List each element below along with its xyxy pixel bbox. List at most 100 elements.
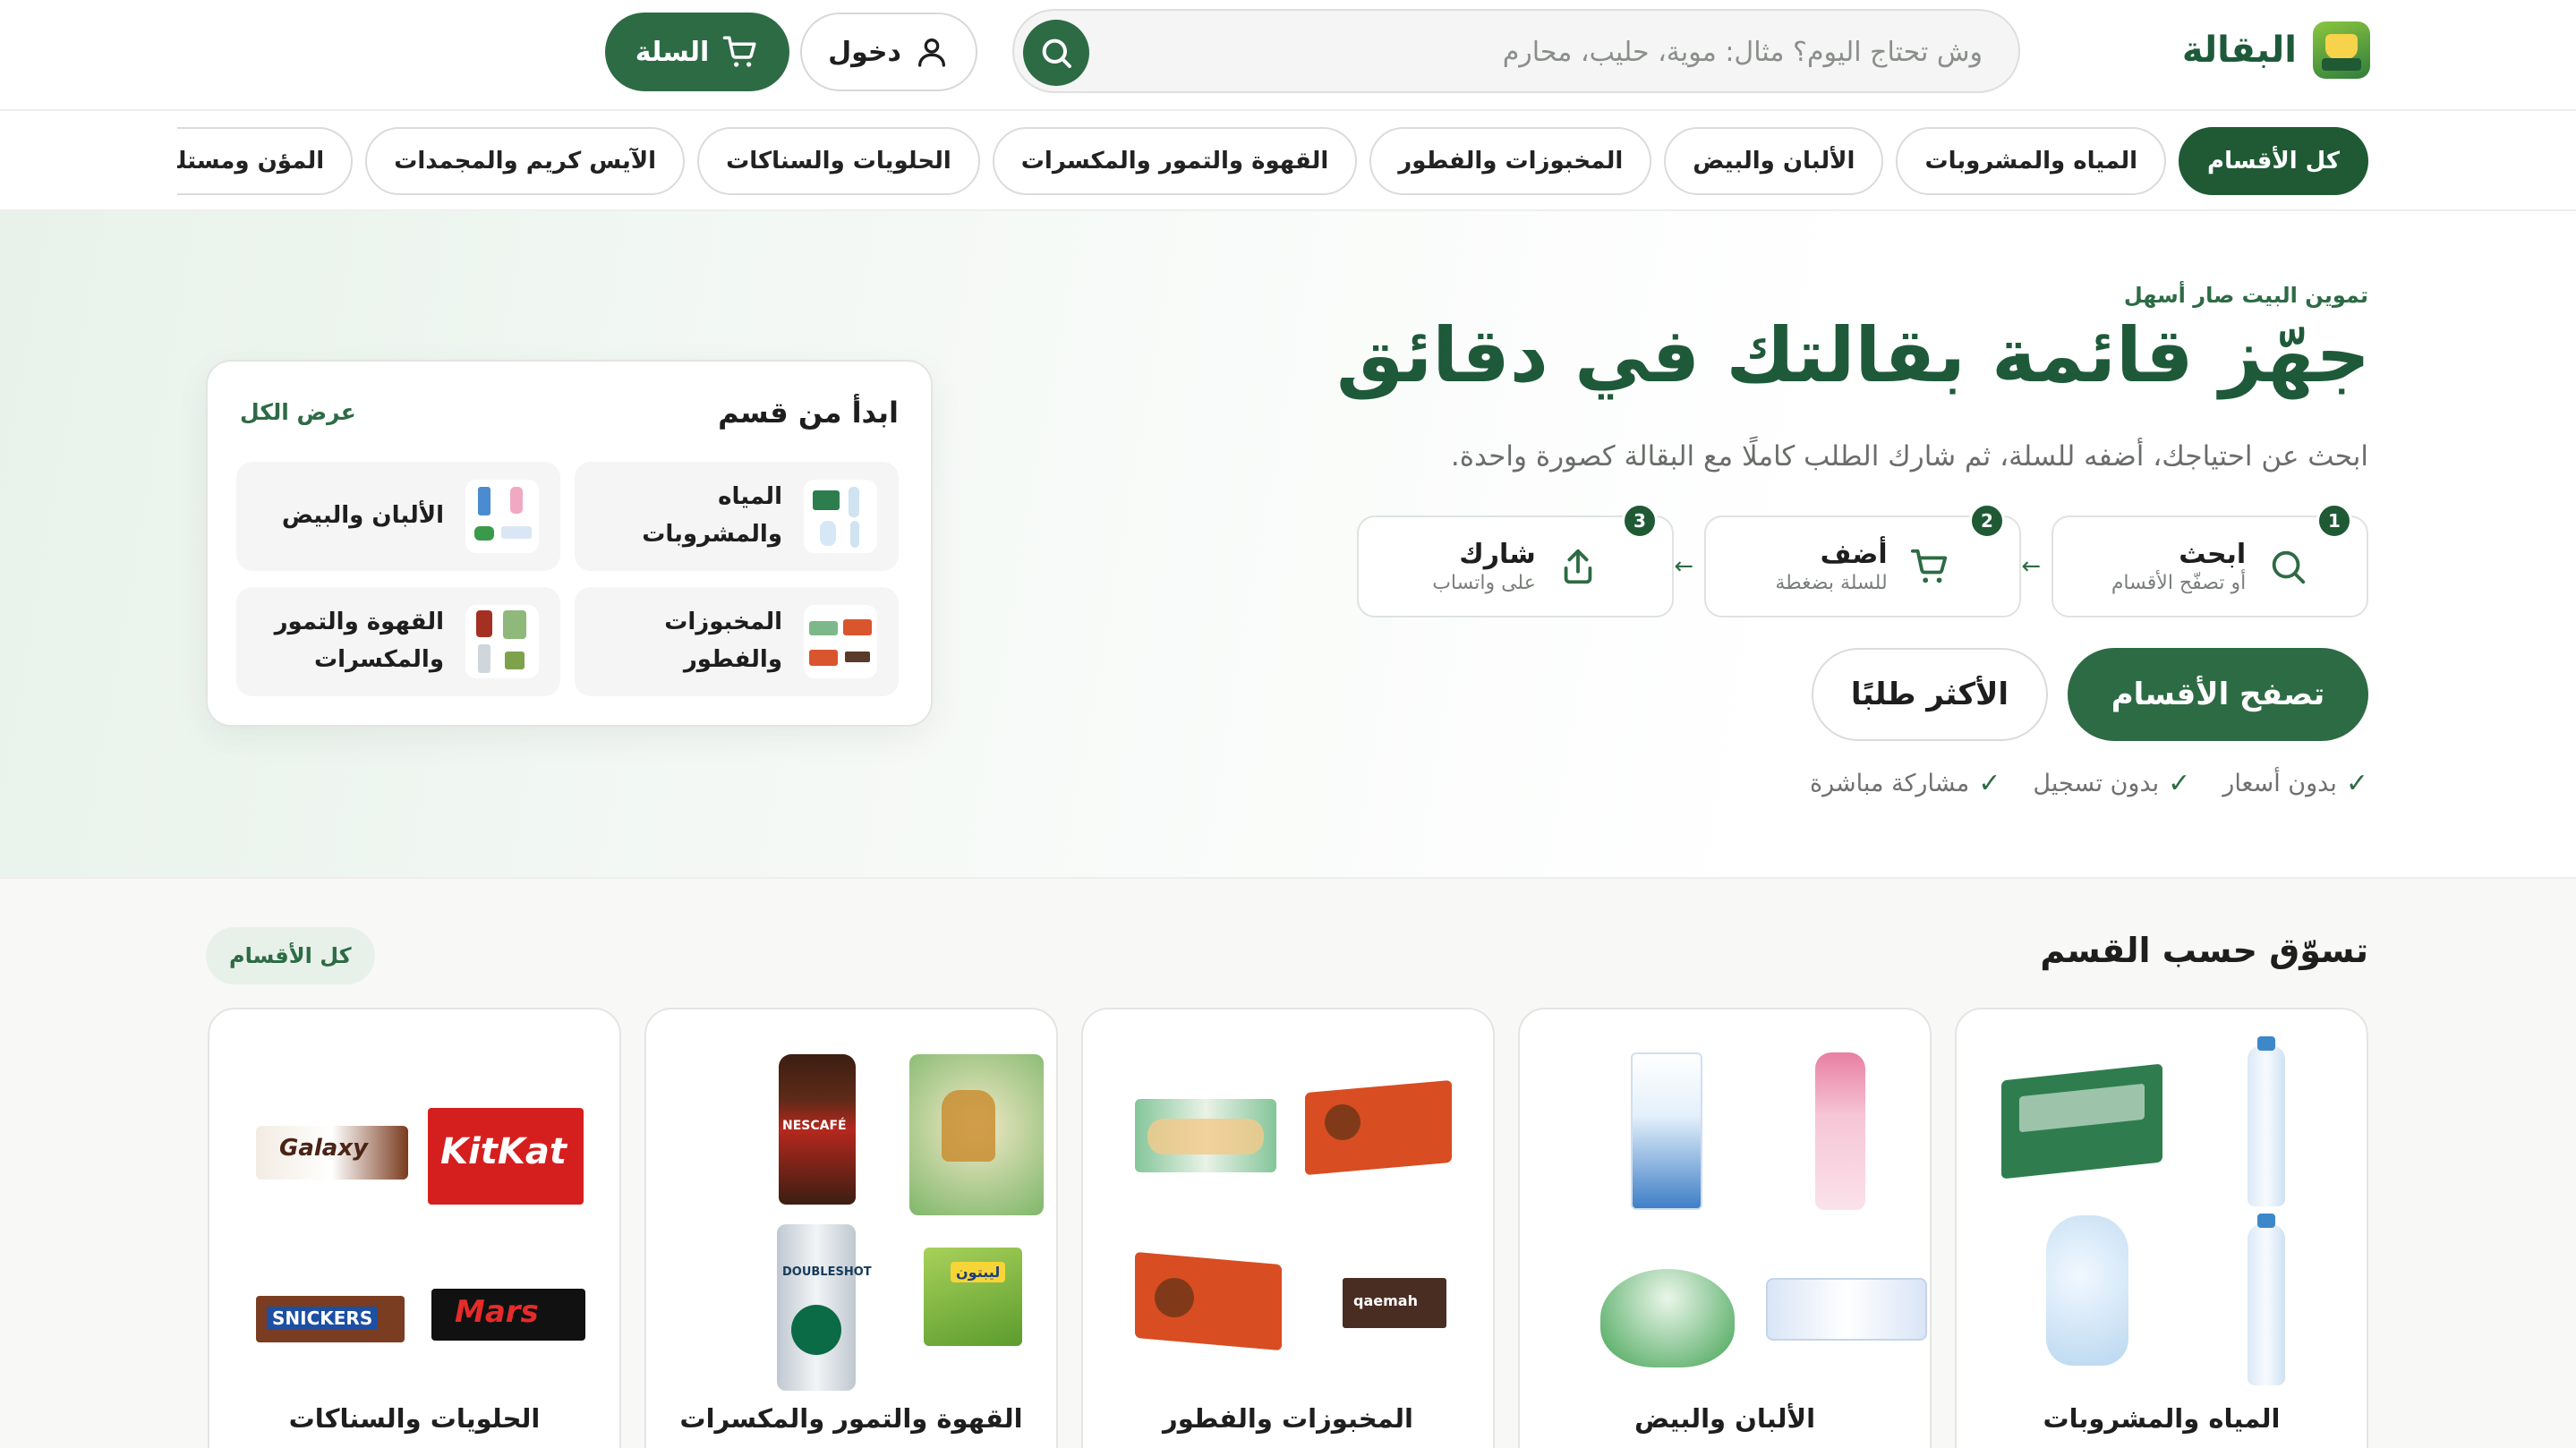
kitkat-brand-text: KitKat bbox=[440, 1131, 567, 1172]
cart-icon bbox=[1910, 549, 1947, 583]
mini-label: الألبان والبيض bbox=[281, 502, 444, 530]
category-card-dairy[interactable]: الألبان والبيض bbox=[1518, 1008, 1932, 1448]
dairy-products-image bbox=[1547, 1036, 1927, 1394]
category-chip-dairy[interactable]: الألبان والبيض bbox=[1664, 127, 1884, 195]
feature-check: ✓ بدون تسجيل bbox=[2033, 768, 2190, 799]
category-card-water[interactable]: المياه والمشروبات bbox=[1955, 1008, 2368, 1448]
share-icon bbox=[1564, 549, 1592, 584]
cart-label: السلة bbox=[635, 36, 710, 68]
hero-subtitle: ابحث عن احتياجك، أضفه للسلة، ثم شارك الط… bbox=[1450, 440, 2368, 473]
mini-category-dairy[interactable]: الألبان والبيض bbox=[236, 462, 560, 571]
category-chip-water[interactable]: المياه والمشروبات bbox=[1896, 127, 2167, 195]
category-card-label: المخبوزات والفطور bbox=[1163, 1403, 1413, 1434]
mini-category-water[interactable]: المياه والمشروبات bbox=[575, 462, 899, 571]
step-title: شارك bbox=[1459, 539, 1536, 570]
category-card-label: الحلويات والسناكات bbox=[288, 1403, 541, 1434]
doubleshot-brand-text: DOUBLESHOT bbox=[782, 1265, 872, 1279]
search-button[interactable] bbox=[1023, 20, 1089, 86]
feature-check: ✓ مشاركة مباشرة bbox=[1810, 768, 2000, 799]
section-title: تسوّق حسب القسم bbox=[2040, 931, 2368, 970]
most-requested-button[interactable]: الأكثر طلبًا bbox=[1812, 648, 2048, 741]
hero-section: تموين البيت صار أسهل جهّز قائمة بقالتك ف… bbox=[0, 211, 2576, 879]
bakery-products-image: qaemah bbox=[1110, 1036, 1470, 1394]
dairy-thumbnail bbox=[465, 480, 539, 553]
step-share: 3 شارك على واتساب bbox=[1357, 503, 1674, 618]
feature-label: بدون أسعار bbox=[2222, 770, 2337, 797]
mini-label: والفطور bbox=[683, 646, 782, 673]
coffee-products-image: NESCAFÉ DOUBLESHOT ليبتون bbox=[673, 1036, 1044, 1394]
category-chip-all[interactable]: كل الأقسام bbox=[2179, 127, 2368, 195]
all-categories-link[interactable]: كل الأقسام bbox=[206, 927, 375, 984]
qaemah-brand-text: qaemah bbox=[1353, 1292, 1418, 1309]
search-input[interactable] bbox=[1195, 25, 1983, 79]
feature-checks: ✓ بدون أسعار ✓ بدون تسجيل ✓ مشاركة مباشرة bbox=[1810, 768, 2368, 799]
category-chip-bakery[interactable]: المخبوزات والفطور bbox=[1369, 127, 1652, 195]
cart-button[interactable]: السلة bbox=[605, 13, 789, 91]
step-subtitle: أو تصفّح الأقسام bbox=[2111, 572, 2247, 594]
hero-title: جهّز قائمة بقالتك في دقائق bbox=[1335, 311, 2370, 399]
mini-label: القهوة والتمور bbox=[274, 609, 444, 636]
nescafe-brand-text: NESCAFÉ bbox=[782, 1119, 847, 1133]
category-chip-pantry[interactable]: المؤن ومستلزمات الد bbox=[177, 127, 354, 195]
feature-check: ✓ بدون أسعار bbox=[2222, 768, 2368, 799]
category-card-sweets[interactable]: Galaxy KitKat SNICKERS Mars الحلويات وال… bbox=[208, 1008, 621, 1448]
sweets-products-image: Galaxy KitKat SNICKERS Mars bbox=[236, 1036, 596, 1394]
top-header: البقالة دخول السلة bbox=[0, 0, 2576, 111]
category-scroll[interactable]: كل الأقسام المياه والمشروبات الألبان وال… bbox=[177, 127, 2368, 195]
category-chip-icecream[interactable]: الآيس كريم والمجمدات bbox=[365, 127, 686, 195]
step-number: 2 bbox=[1969, 503, 2005, 539]
category-card-label: الألبان والبيض bbox=[1633, 1403, 1816, 1434]
check-icon: ✓ bbox=[1978, 768, 2001, 799]
mini-label: والمشروبات bbox=[642, 521, 782, 548]
feature-label: مشاركة مباشرة bbox=[1810, 770, 1970, 797]
step-number: 1 bbox=[2316, 503, 2352, 539]
hero-eyebrow: تموين البيت صار أسهل bbox=[2123, 283, 2368, 308]
step-subtitle: للسلة بضغطة bbox=[1775, 572, 1888, 594]
coffee-thumbnail bbox=[465, 605, 539, 678]
water-products-image bbox=[1983, 1036, 2343, 1394]
bakery-thumbnail bbox=[804, 605, 877, 678]
logo-icon bbox=[2313, 21, 2370, 79]
galaxy-brand-text: Galaxy bbox=[279, 1135, 369, 1162]
brand-logo[interactable]: البقالة bbox=[2182, 18, 2370, 82]
step-title: أضف bbox=[1820, 539, 1888, 570]
snickers-brand-text: SNICKERS bbox=[267, 1307, 379, 1330]
check-icon: ✓ bbox=[2345, 768, 2368, 799]
mini-category-bakery[interactable]: المخبوزات والفطور bbox=[575, 587, 899, 696]
feature-label: بدون تسجيل bbox=[2033, 770, 2160, 797]
category-card-bakery[interactable]: qaemah المخبوزات والفطور bbox=[1081, 1008, 1495, 1448]
how-it-works-steps: 1 ابحث أو تصفّح الأقسام ← 2 أضف للسلة بض… bbox=[1357, 503, 2368, 618]
step-title: ابحث bbox=[2179, 539, 2247, 570]
category-chip-coffee[interactable]: القهوة والتمور والمكسرات bbox=[992, 127, 1358, 195]
login-label: دخول bbox=[828, 36, 901, 68]
step-add: 2 أضف للسلة بضغطة bbox=[1704, 503, 2021, 618]
start-from-category-card: ابدأ من قسم عرض الكل المياه والمشروبات ال… bbox=[206, 360, 933, 727]
step-arrow-icon: ← bbox=[1674, 553, 1693, 580]
mini-label: المخبوزات bbox=[664, 609, 782, 636]
step-subtitle: على واتساب bbox=[1432, 572, 1536, 594]
category-card-coffee[interactable]: NESCAFÉ DOUBLESHOT ليبتون القهوة والتمور… bbox=[644, 1008, 1058, 1448]
search-icon bbox=[1042, 38, 1071, 68]
water-thumbnail bbox=[804, 480, 877, 553]
browse-categories-button[interactable]: تصفح الأقسام bbox=[2068, 648, 2368, 741]
start-card-title: ابدأ من قسم bbox=[718, 396, 899, 430]
step-search: 1 ابحث أو تصفّح الأقسام bbox=[2051, 503, 2368, 618]
step-arrow-icon: ← bbox=[2021, 553, 2041, 580]
mars-brand-text: Mars bbox=[455, 1294, 539, 1330]
lipton-brand-text: ليبتون bbox=[951, 1262, 1006, 1282]
step-number: 3 bbox=[1622, 503, 1658, 539]
category-card-label: القهوة والتمور والمكسرات bbox=[679, 1403, 1023, 1434]
search-bar bbox=[1012, 9, 2020, 93]
mini-category-coffee[interactable]: القهوة والتمور والمكسرات bbox=[236, 587, 560, 696]
check-icon: ✓ bbox=[2168, 768, 2191, 799]
user-icon bbox=[917, 38, 945, 67]
category-nav: كل الأقسام المياه والمشروبات الألبان وال… bbox=[0, 111, 2576, 211]
search-icon bbox=[2272, 550, 2306, 584]
login-button[interactable]: دخول bbox=[800, 13, 977, 91]
mini-label: المياه bbox=[718, 483, 782, 511]
logo-text: البقالة bbox=[2181, 30, 2297, 71]
view-all-link[interactable]: عرض الكل bbox=[240, 399, 356, 425]
category-chip-sweets[interactable]: الحلويات والسناكات bbox=[697, 127, 980, 195]
category-card-label: المياه والمشروبات bbox=[2043, 1403, 2281, 1434]
mini-label: والمكسرات bbox=[313, 646, 444, 673]
